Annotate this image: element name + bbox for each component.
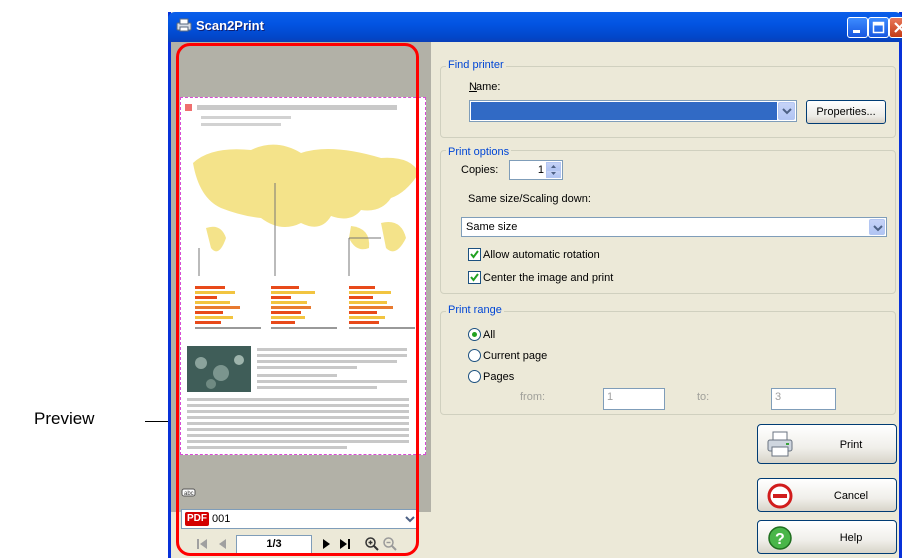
scaling-select[interactable]: Same size bbox=[461, 217, 887, 237]
cancel-button-label: Cancel bbox=[833, 490, 869, 502]
help-button[interactable]: ? Help bbox=[757, 520, 897, 554]
checkmark-icon bbox=[470, 273, 479, 282]
all-pages-label: All bbox=[483, 329, 496, 341]
title-bar[interactable] bbox=[168, 12, 902, 42]
copies-up-button[interactable] bbox=[546, 162, 561, 170]
maximize-button[interactable] bbox=[868, 17, 889, 38]
arrow-down-icon bbox=[551, 172, 556, 175]
center-image-label: Center the image and print bbox=[483, 272, 614, 284]
arrow-up-icon bbox=[551, 165, 556, 168]
scan2print-app-icon bbox=[176, 18, 192, 32]
to-label: to: bbox=[697, 391, 710, 403]
current-page-label: Current page bbox=[483, 350, 548, 362]
checkmark-icon bbox=[470, 250, 479, 259]
all-pages-radio[interactable] bbox=[468, 328, 481, 341]
preview-highlight-outline bbox=[176, 43, 419, 556]
print-button-label: Print bbox=[839, 439, 863, 451]
minimize-icon bbox=[853, 30, 860, 33]
help-icon: ? bbox=[768, 526, 792, 550]
window-title: Scan2Print bbox=[196, 18, 264, 33]
copies-down-button[interactable] bbox=[546, 170, 561, 178]
auto-rotation-label: Allow automatic rotation bbox=[483, 249, 600, 261]
chevron-down-icon bbox=[782, 108, 792, 115]
close-button[interactable] bbox=[889, 17, 902, 38]
center-image-checkbox[interactable] bbox=[468, 271, 481, 284]
maximize-icon bbox=[872, 21, 885, 34]
copies-label: Copies: bbox=[461, 164, 499, 176]
from-field[interactable]: 1 bbox=[603, 388, 665, 410]
pages-radio[interactable] bbox=[468, 370, 481, 383]
printer-icon bbox=[767, 431, 793, 457]
copies-spinner[interactable]: 1 bbox=[509, 160, 563, 180]
scaling-value: Same size bbox=[466, 221, 518, 233]
print-button[interactable]: Print bbox=[757, 424, 897, 464]
cancel-icon bbox=[767, 483, 793, 509]
print-range-title: Print range bbox=[446, 304, 504, 316]
printer-name-selection bbox=[471, 102, 777, 120]
pages-label: Pages bbox=[483, 371, 515, 383]
from-label: from: bbox=[520, 391, 546, 403]
to-field[interactable]: 3 bbox=[771, 388, 836, 410]
printer-dropdown-button[interactable] bbox=[778, 102, 795, 120]
print-options-title: Print options bbox=[446, 146, 512, 158]
properties-button[interactable]: Properties... bbox=[806, 100, 886, 124]
svg-text:?: ? bbox=[775, 531, 785, 548]
find-printer-title: Find printer bbox=[446, 59, 506, 71]
cancel-button[interactable]: Cancel bbox=[757, 478, 897, 512]
printer-name-label: Name: bbox=[469, 81, 501, 93]
chevron-down-icon bbox=[873, 225, 883, 232]
printer-name-label-text: ame: bbox=[475, 81, 501, 93]
copies-value: 1 bbox=[537, 164, 544, 176]
current-page-radio[interactable] bbox=[468, 349, 481, 362]
preview-callout-label: Preview bbox=[34, 409, 95, 428]
close-icon bbox=[894, 22, 902, 33]
auto-rotation-checkbox[interactable] bbox=[468, 248, 481, 261]
help-button-label: Help bbox=[839, 532, 863, 544]
radio-dot-icon bbox=[472, 332, 477, 337]
printer-name-select[interactable] bbox=[469, 100, 797, 122]
minimize-button[interactable] bbox=[847, 17, 868, 38]
scaling-label: Same size/Scaling down: bbox=[468, 193, 591, 205]
scaling-dropdown-button[interactable] bbox=[869, 219, 885, 235]
